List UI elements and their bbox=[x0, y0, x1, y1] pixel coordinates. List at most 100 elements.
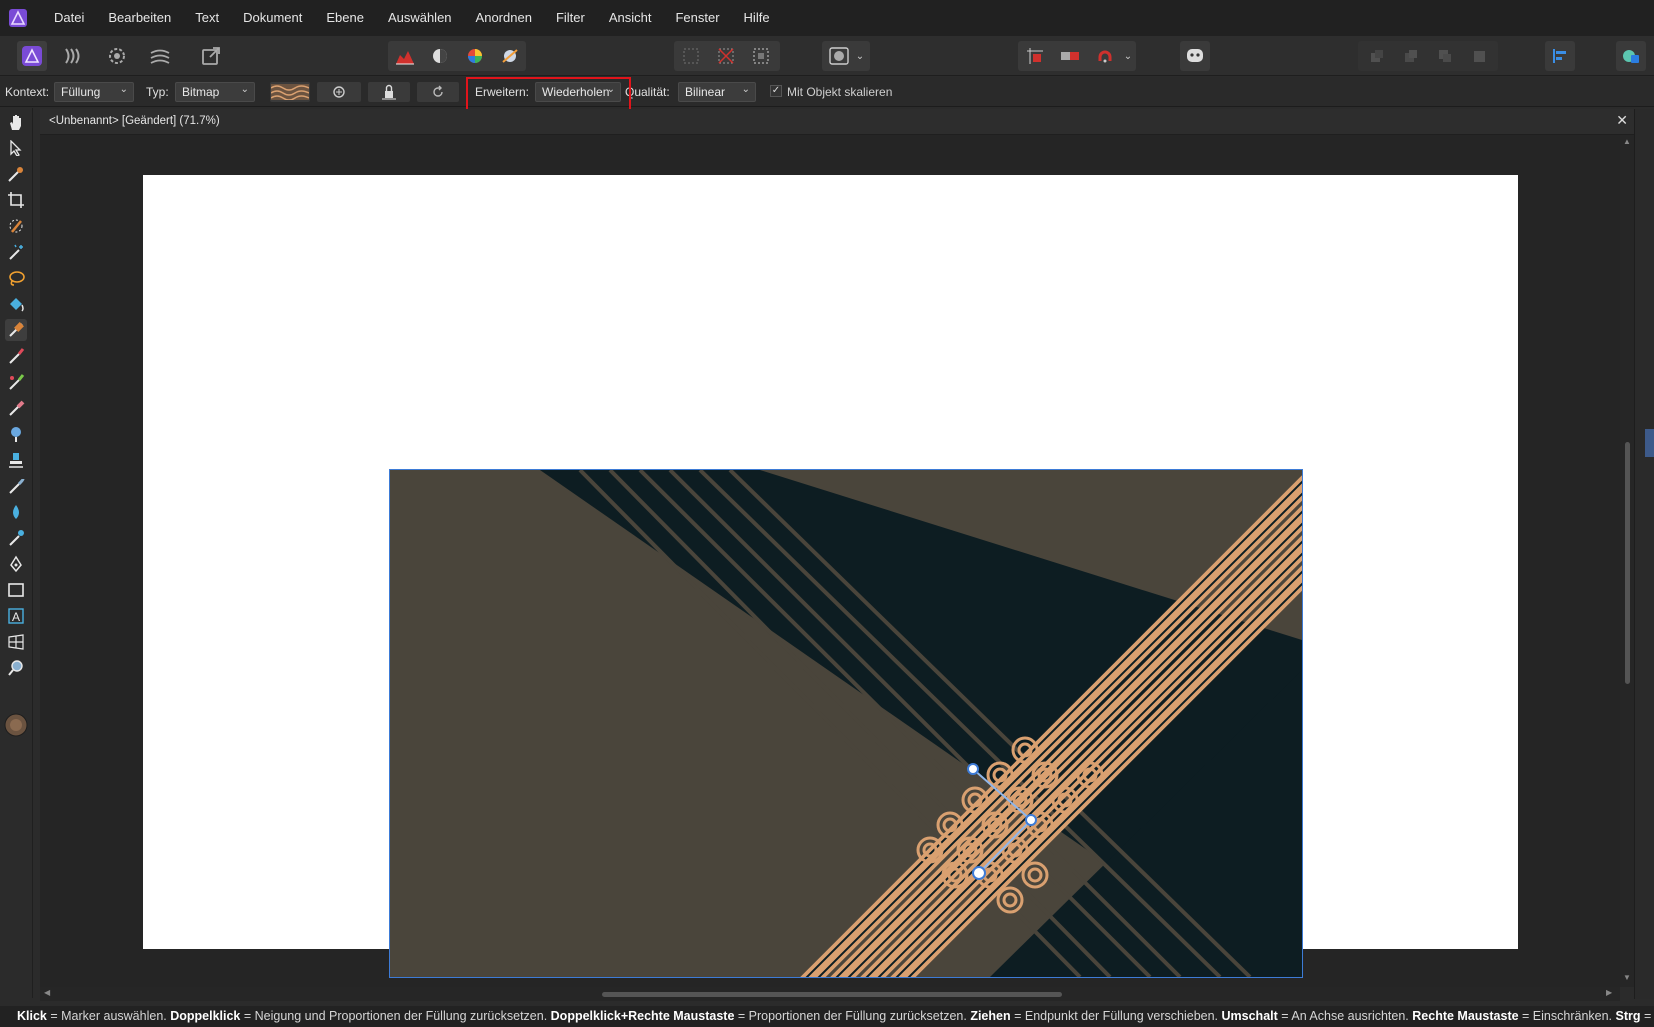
gradient-tool-icon[interactable] bbox=[5, 319, 27, 341]
kontext-select[interactable]: Füllung ⌄ bbox=[54, 82, 134, 102]
white-balance-icon[interactable] bbox=[495, 41, 525, 71]
erase-brush-tool-icon[interactable] bbox=[5, 397, 27, 419]
snapping-magnet-icon[interactable] bbox=[1090, 41, 1120, 71]
quick-mask-dropdown-icon[interactable]: ⌄ bbox=[852, 41, 868, 71]
menu-text[interactable]: Text bbox=[183, 0, 231, 36]
assistant-icon[interactable] bbox=[1180, 41, 1210, 71]
move-tool-icon[interactable] bbox=[5, 137, 27, 159]
photo-persona-icon[interactable] bbox=[17, 41, 47, 71]
force-pixel-alignment-icon[interactable] bbox=[1055, 41, 1085, 71]
dodge-brush-tool-icon[interactable] bbox=[5, 423, 27, 445]
snapping-dropdown-icon[interactable]: ⌄ bbox=[1120, 41, 1136, 71]
selection-brush-tool-icon[interactable] bbox=[5, 215, 27, 237]
scroll-left-icon[interactable]: ◀ bbox=[44, 988, 50, 997]
color-picker-tool-icon[interactable] bbox=[5, 163, 27, 185]
paint-brush-tool-icon[interactable] bbox=[5, 345, 27, 367]
move-to-back-icon[interactable] bbox=[1362, 41, 1392, 71]
close-icon[interactable]: ✕ bbox=[1616, 112, 1628, 129]
rectangle-tool-icon[interactable] bbox=[5, 579, 27, 601]
svg-text:A: A bbox=[12, 610, 20, 624]
erweitern-highlight-box bbox=[466, 77, 631, 112]
scale-with-object-checkbox[interactable]: ✓ bbox=[770, 85, 782, 97]
horizontal-scrollbar[interactable]: ◀ ▶ bbox=[40, 987, 1620, 1001]
fill-lock-icon[interactable] bbox=[368, 82, 410, 102]
move-back-one-icon[interactable] bbox=[1396, 41, 1426, 71]
horizontal-scroll-thumb[interactable] bbox=[602, 992, 1062, 997]
liquify-persona-icon[interactable] bbox=[58, 41, 88, 71]
scroll-down-icon[interactable]: ▼ bbox=[1623, 973, 1631, 982]
move-to-front-icon[interactable] bbox=[1464, 41, 1494, 71]
qualitaet-value: Bilinear bbox=[685, 85, 726, 99]
inpainting-brush-tool-icon[interactable] bbox=[5, 527, 27, 549]
status-key: Ziehen bbox=[970, 1009, 1011, 1023]
chevron-down-icon: ⌄ bbox=[741, 84, 750, 95]
auto-colors-icon[interactable] bbox=[460, 41, 490, 71]
status-description: = Proportionen der Füllung zurücksetzen. bbox=[734, 1009, 971, 1023]
status-key: Klick bbox=[17, 1009, 47, 1023]
move-forward-one-icon[interactable] bbox=[1430, 41, 1460, 71]
menu-fenster[interactable]: Fenster bbox=[663, 0, 731, 36]
document-tab[interactable]: <Unbenannt> [Geändert] (71.7%) ✕ bbox=[40, 109, 1640, 135]
vertical-scroll-thumb[interactable] bbox=[1625, 442, 1630, 684]
auto-contrast-icon[interactable] bbox=[425, 41, 455, 71]
bitmap-preview-thumbnail[interactable] bbox=[270, 82, 310, 102]
scroll-up-icon[interactable]: ▲ bbox=[1623, 137, 1631, 146]
menu-ebene[interactable]: Ebene bbox=[314, 0, 376, 36]
document-title: <Unbenannt> [Geändert] (71.7%) bbox=[49, 115, 220, 127]
canvas-area[interactable] bbox=[40, 135, 1620, 987]
chevron-down-icon: ⌄ bbox=[119, 84, 128, 95]
reverse-fill-icon[interactable] bbox=[317, 82, 361, 102]
crop-tool-icon[interactable] bbox=[5, 189, 27, 211]
menu-dokument[interactable]: Dokument bbox=[231, 0, 314, 36]
studio-link-icon[interactable] bbox=[1616, 41, 1646, 71]
hand-tool-icon[interactable] bbox=[5, 111, 27, 133]
main-toolbar: ⌄ ⌄ bbox=[0, 36, 1654, 76]
flood-select-tool-icon[interactable] bbox=[5, 241, 27, 263]
clone-brush-tool-icon[interactable] bbox=[5, 449, 27, 471]
menu-bearbeiten[interactable]: Bearbeiten bbox=[96, 0, 183, 36]
vertical-scrollbar[interactable]: ▲ ▼ bbox=[1620, 135, 1634, 987]
status-key: Umschalt bbox=[1221, 1009, 1278, 1023]
menu-filter[interactable]: Filter bbox=[544, 0, 597, 36]
pen-tool-icon[interactable] bbox=[5, 553, 27, 575]
status-description: = Neigung und Proportionen der Füllung z… bbox=[240, 1009, 551, 1023]
color-replacement-tool-icon[interactable] bbox=[5, 371, 27, 393]
menu-datei[interactable]: Datei bbox=[42, 0, 96, 36]
tone-mapping-persona-icon[interactable] bbox=[145, 41, 175, 71]
menu-hilfe[interactable]: Hilfe bbox=[732, 0, 782, 36]
export-persona-icon[interactable] bbox=[196, 41, 226, 71]
alignment-icon[interactable] bbox=[1545, 41, 1575, 71]
qualitaet-label: Qualität: bbox=[625, 85, 670, 99]
zoom-tool-icon[interactable] bbox=[5, 657, 27, 679]
kontext-value: Füllung bbox=[61, 85, 101, 99]
typ-select[interactable]: Bitmap ⌄ bbox=[175, 82, 255, 102]
develop-persona-icon[interactable] bbox=[102, 41, 132, 71]
smudge-brush-tool-icon[interactable] bbox=[5, 475, 27, 497]
artistic-text-tool-icon[interactable]: A bbox=[5, 605, 27, 627]
panel-tab-indicator[interactable] bbox=[1645, 429, 1654, 457]
right-studio-panel[interactable] bbox=[1634, 109, 1654, 999]
mesh-warp-tool-icon[interactable] bbox=[5, 631, 27, 653]
quick-mask-icon[interactable] bbox=[824, 41, 854, 71]
flood-fill-tool-icon[interactable] bbox=[5, 293, 27, 315]
menu-auswählen[interactable]: Auswählen bbox=[376, 0, 464, 36]
status-key: Strg bbox=[1615, 1009, 1641, 1023]
blur-brush-tool-icon[interactable] bbox=[5, 501, 27, 523]
typ-value: Bitmap bbox=[182, 85, 220, 99]
qualitaet-select[interactable]: Bilinear ⌄ bbox=[678, 82, 756, 102]
freehand-selection-tool-icon[interactable] bbox=[5, 267, 27, 289]
select-all-icon[interactable] bbox=[676, 41, 706, 71]
status-description: = Endpunkt der Füllung verschieben. bbox=[1010, 1009, 1222, 1023]
grid-snapping-icon[interactable] bbox=[1020, 41, 1050, 71]
affinity-photo-logo-icon bbox=[2, 0, 34, 36]
artwork-layer[interactable] bbox=[389, 469, 1303, 978]
color-swatch-icon[interactable] bbox=[4, 713, 28, 737]
rotate-fill-icon[interactable] bbox=[417, 82, 459, 102]
scroll-right-icon[interactable]: ▶ bbox=[1606, 988, 1612, 997]
menu-anordnen[interactable]: Anordnen bbox=[464, 0, 544, 36]
deselect-icon[interactable] bbox=[711, 41, 741, 71]
menu-ansicht[interactable]: Ansicht bbox=[597, 0, 664, 36]
levels-icon[interactable] bbox=[390, 41, 420, 71]
status-key: Rechte Maustaste bbox=[1412, 1009, 1519, 1023]
invert-selection-icon[interactable] bbox=[746, 41, 776, 71]
